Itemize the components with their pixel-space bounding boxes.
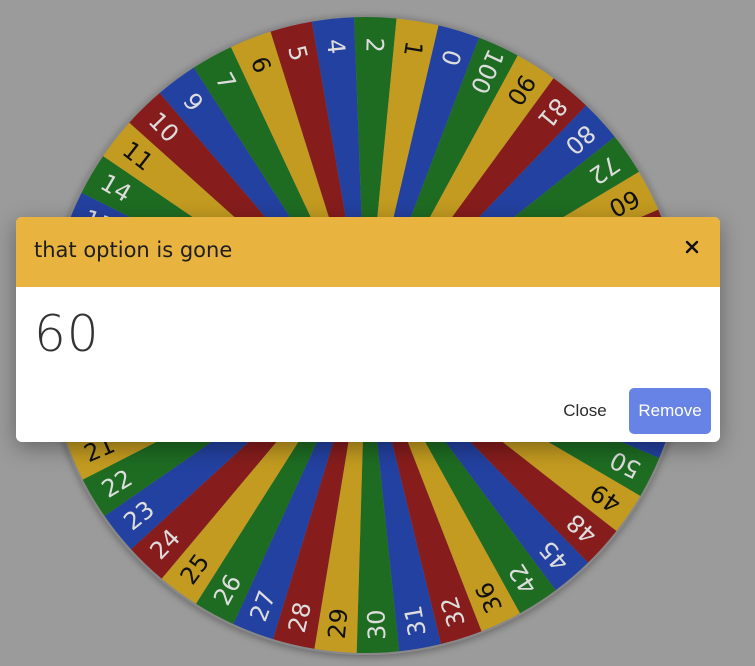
wheel-number-4: 4 xyxy=(321,38,350,56)
dialog-value: 60 xyxy=(34,305,100,363)
dialog-header: that option is gone xyxy=(16,217,720,287)
close-icon[interactable] xyxy=(680,235,704,259)
dialog-title: that option is gone xyxy=(34,238,233,262)
option-gone-dialog: that option is gone 60 Close Remove xyxy=(16,217,720,442)
remove-button[interactable]: Remove xyxy=(629,388,711,434)
wheel-number-30: 30 xyxy=(362,609,391,641)
wheel-number-31: 31 xyxy=(399,603,432,638)
wheel-number-29: 29 xyxy=(323,607,354,640)
close-button[interactable]: Close xyxy=(554,389,616,433)
wheel-number-2: 2 xyxy=(360,37,388,53)
